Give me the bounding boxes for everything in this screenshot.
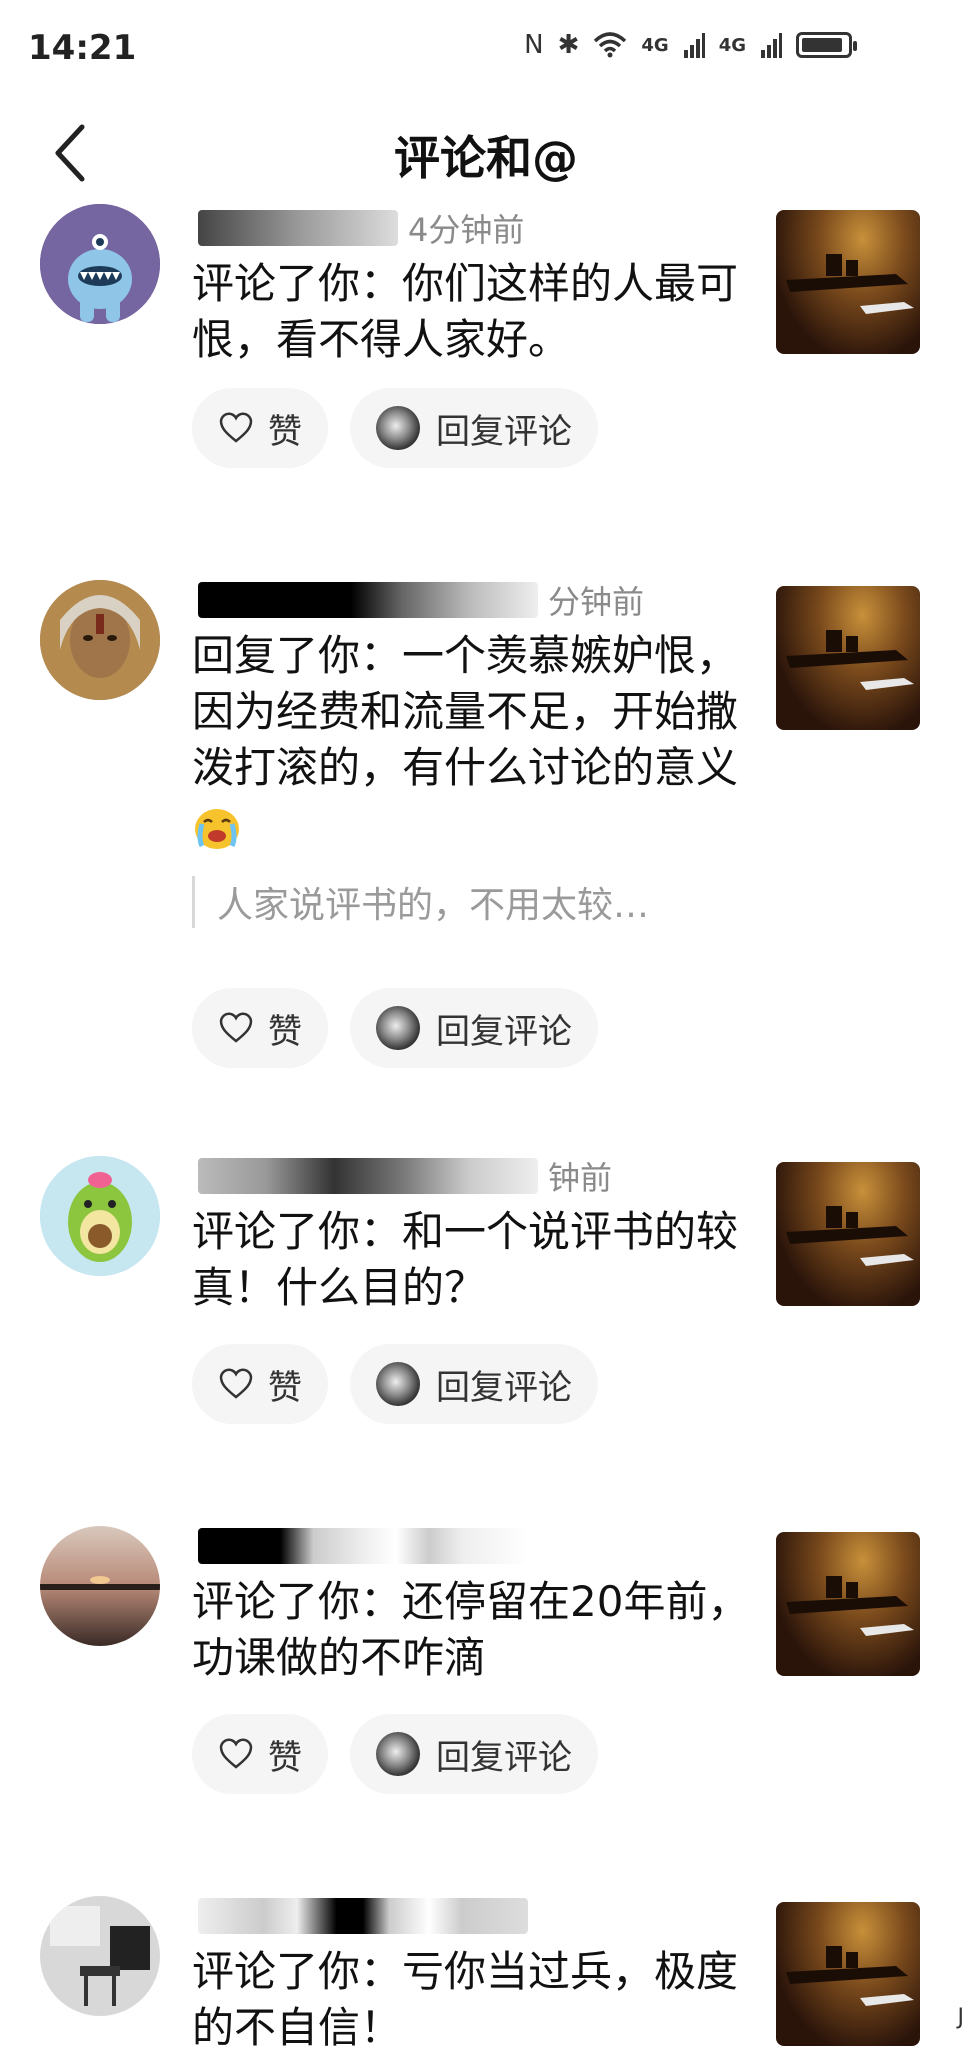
wifi-icon <box>594 32 627 58</box>
like-label: 赞 <box>268 411 302 452</box>
post-thumbnail[interactable] <box>776 1532 920 1676</box>
heart-icon <box>219 1368 253 1399</box>
crying-emoji-icon <box>195 808 239 849</box>
like-button[interactable]: 赞 <box>192 388 328 468</box>
username-row: 分钟前 <box>198 578 644 622</box>
comment-actions: 赞 回复评论 <box>192 1344 598 1424</box>
room-avatar-icon <box>40 1896 160 2016</box>
like-label: 赞 <box>268 1011 302 1052</box>
username-row <box>198 1524 528 1568</box>
my-avatar <box>376 1732 420 1776</box>
bluetooth-icon: ✱ <box>557 30 580 60</box>
monster-avatar-icon <box>40 204 160 324</box>
my-avatar <box>376 1006 420 1050</box>
heart-icon <box>219 1738 253 1769</box>
username-row: 4分钟前 <box>198 206 524 250</box>
comment-text[interactable]: 回复了你：一个羡慕嫉妒恨，因为经费和流量不足，开始撒泼打滚的，有什么讨论的意义 <box>192 628 752 852</box>
warship-image <box>786 254 914 314</box>
reply-label: 回复评论 <box>436 1011 572 1052</box>
signal-4g-label-2: 4G <box>718 34 746 56</box>
comment-text[interactable]: 评论了你：亏你当过兵，极度的不自信！ <box>192 1944 752 2056</box>
post-thumbnail[interactable] <box>776 210 920 354</box>
nfc-icon: N <box>524 30 544 60</box>
comment-body: 回复了你：一个羡慕嫉妒恨，因为经费和流量不足，开始撒泼打滚的，有什么讨论的意义 <box>192 631 739 792</box>
post-thumbnail[interactable] <box>776 586 920 730</box>
like-button[interactable]: 赞 <box>192 1344 328 1424</box>
like-button[interactable]: 赞 <box>192 1714 328 1794</box>
username-blurred[interactable] <box>198 1898 528 1934</box>
page-title: 评论和@ <box>394 131 578 185</box>
avatar[interactable] <box>40 1526 160 1646</box>
my-avatar <box>376 1362 420 1406</box>
username-row <box>198 1894 528 1938</box>
username-row: 钟前 <box>198 1154 612 1198</box>
reply-button[interactable]: 回复评论 <box>350 1714 598 1794</box>
comment-text[interactable]: 评论了你：你们这样的人最可恨，看不得人家好。 <box>192 256 752 368</box>
reply-label: 回复评论 <box>436 1367 572 1408</box>
time-ago: 4分钟前 <box>408 211 525 249</box>
reply-button[interactable]: 回复评论 <box>350 388 598 468</box>
top-nav: 评论和@ <box>0 110 972 200</box>
status-icons: N ✱ 4G 4G <box>524 30 857 60</box>
username-blurred[interactable] <box>198 582 538 618</box>
username-blurred[interactable] <box>198 1528 528 1564</box>
comment-text[interactable]: 评论了你：和一个说评书的较真！什么目的？ <box>192 1204 752 1316</box>
reply-label: 回复评论 <box>436 1737 572 1778</box>
status-bar: 14:21 N ✱ 4G 4G <box>0 0 972 100</box>
avatar[interactable] <box>40 1156 160 1276</box>
avocado-avatar-icon <box>40 1156 160 1276</box>
sunset-avatar-icon <box>40 1526 160 1646</box>
person-avatar-icon <box>40 580 160 700</box>
comment-text[interactable]: 评论了你：还停留在20年前，功课做的不咋滴 <box>192 1574 752 1686</box>
like-button[interactable]: 赞 <box>192 988 328 1068</box>
warship-image <box>786 1946 914 2006</box>
battery-icon <box>796 32 857 58</box>
reply-button[interactable]: 回复评论 <box>350 988 598 1068</box>
warship-image <box>786 630 914 690</box>
time-ago: 钟前 <box>548 1159 613 1197</box>
signal-4g-label-1: 4G <box>641 34 669 56</box>
comment-actions: 赞 回复评论 <box>192 988 598 1068</box>
reply-label: 回复评论 <box>436 411 572 452</box>
comment-actions: 赞 回复评论 <box>192 1714 598 1794</box>
warship-image <box>786 1576 914 1636</box>
avatar[interactable] <box>40 204 160 324</box>
username-blurred[interactable] <box>198 210 398 246</box>
post-thumbnail[interactable] <box>776 1902 920 2046</box>
like-label: 赞 <box>268 1367 302 1408</box>
edge-fragment: J <box>957 2005 965 2030</box>
quoted-comment[interactable]: 人家说评书的，不用太较… <box>192 876 757 928</box>
warship-image <box>786 1206 914 1266</box>
heart-icon <box>219 412 253 443</box>
signal-icon-1 <box>683 33 705 58</box>
comment-actions: 赞 回复评论 <box>192 388 598 468</box>
signal-icon-2 <box>761 33 782 58</box>
avatar[interactable] <box>40 1896 160 2016</box>
heart-icon <box>219 1012 253 1043</box>
username-blurred[interactable] <box>198 1158 538 1194</box>
reply-button[interactable]: 回复评论 <box>350 1344 598 1424</box>
time-ago: 分钟前 <box>548 583 645 621</box>
avatar[interactable] <box>40 580 160 700</box>
post-thumbnail[interactable] <box>776 1162 920 1306</box>
like-label: 赞 <box>268 1737 302 1778</box>
status-time: 14:21 <box>28 28 137 68</box>
my-avatar <box>376 406 420 450</box>
